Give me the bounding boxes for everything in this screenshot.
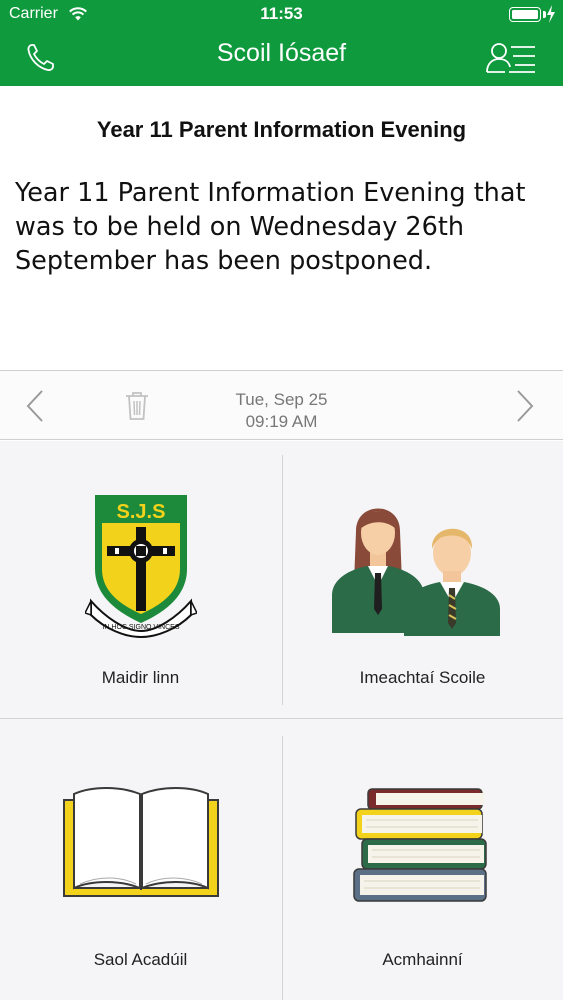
message-timestamp: Tue, Sep 25 09:19 AM [10, 389, 553, 433]
battery-icon [509, 7, 541, 22]
crest-motto: IN HOC SIGNO VINCES [102, 624, 179, 631]
screen: Carrier 11:53 Scoil Iósaef Year 11 Paren… [0, 0, 563, 1000]
message-title: Year 11 Parent Information Evening [96, 117, 467, 142]
tile-label: Imeachtaí Scoile [359, 668, 486, 687]
message-toolbar: Tue, Sep 25 09:19 AM [0, 370, 563, 440]
status-bar: Carrier 11:53 [0, 0, 563, 30]
tile-saol-acaduil[interactable]: Saol Acadúil [0, 719, 281, 997]
tile-imeachtai-scoile[interactable]: Imeachtaí Scoile [282, 441, 563, 719]
school-crest-icon: S.J.S IN HOC SIGNO VINCES [85, 495, 197, 639]
students-icon [332, 508, 500, 636]
book-stack-icon [353, 788, 487, 902]
crest-text: S.J.S [117, 501, 166, 523]
profile-list-icon[interactable] [485, 41, 537, 75]
message-body: Year 11 Parent Information Evening that … [15, 178, 526, 276]
tile-acmhainni[interactable]: Acmhainní [282, 719, 563, 997]
status-time: 11:53 [260, 4, 303, 23]
page-title: Scoil Iósaef [216, 39, 347, 67]
tile-label: Acmhainní [382, 950, 463, 969]
chevron-right-icon[interactable] [510, 388, 540, 424]
menu-grid: S.J.S IN HOC SIGNO VINCES Maidir linn Im… [0, 441, 563, 1000]
nav-bar: Scoil Iósaef [0, 30, 563, 86]
charging-bolt-icon [547, 5, 555, 23]
tile-maidir-linn[interactable]: S.J.S IN HOC SIGNO VINCES Maidir linn [0, 441, 281, 719]
app-header: Carrier 11:53 Scoil Iósaef [0, 0, 563, 86]
tile-label: Maidir linn [101, 668, 180, 687]
open-book-icon [63, 787, 219, 897]
message-date: Tue, Sep 25 [235, 390, 328, 409]
tile-label: Saol Acadúil [93, 950, 188, 969]
message-time: 09:19 AM [245, 412, 318, 431]
